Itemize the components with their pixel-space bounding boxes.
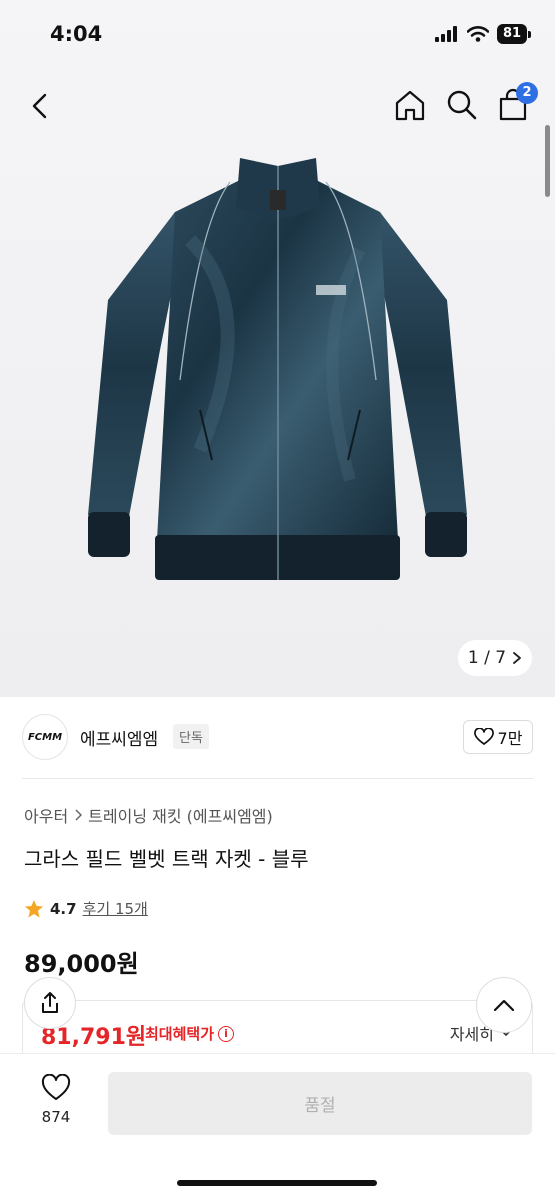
share-icon <box>42 992 58 1013</box>
home-icon <box>395 90 425 121</box>
search-button[interactable] <box>445 88 479 122</box>
heart-icon <box>473 728 494 745</box>
info-icon[interactable]: i <box>218 1025 235 1042</box>
battery-level: 81 <box>497 24 527 44</box>
review-link[interactable]: 후기 15개 <box>83 898 148 919</box>
exclusive-badge: 단독 <box>173 724 209 749</box>
status-time: 4:04 <box>50 22 103 46</box>
search-icon <box>447 90 477 120</box>
wishlist-count: 874 <box>41 1108 71 1126</box>
breadcrumb: 아우터 트레이닝 재킷 (에프씨엠엠) <box>24 803 273 827</box>
battery-tip <box>528 30 531 38</box>
back-button[interactable] <box>24 90 56 122</box>
breadcrumb-subcategory[interactable]: 트레이닝 재킷 (에프씨엠엠) <box>88 803 273 827</box>
max-benefit-label: 최대혜택가 i <box>145 1023 235 1044</box>
brand-logo[interactable]: FCMM <box>22 714 68 760</box>
max-benefit-box[interactable]: 81,791원 최대혜택가 i 자세히 <box>22 1000 533 1060</box>
status-icons: 81 <box>435 24 531 44</box>
star-icon <box>25 899 43 917</box>
home-indicator <box>177 1180 377 1186</box>
wishlist-button[interactable]: 874 <box>24 1074 88 1144</box>
cart-button[interactable]: 2 <box>496 82 538 122</box>
scroll-indicator[interactable] <box>545 125 550 197</box>
max-benefit-text: 최대혜택가 <box>145 1025 215 1043</box>
chevron-right-icon <box>513 652 521 664</box>
original-price: 89,000원 <box>24 950 139 978</box>
brand-like-button[interactable]: 7만 <box>463 720 533 754</box>
heart-icon <box>41 1074 71 1100</box>
rating-row: 4.7 후기 15개 <box>24 898 148 919</box>
bottom-action-bar: 874 품절 <box>0 1053 555 1200</box>
divider <box>22 778 533 779</box>
image-counter[interactable]: 1 / 7 <box>458 640 532 676</box>
chevron-left-icon <box>32 93 47 119</box>
top-nav: 2 <box>0 80 555 130</box>
image-counter-text: 1 / 7 <box>467 648 507 668</box>
battery-indicator: 81 <box>497 24 531 44</box>
home-button[interactable] <box>393 88 427 122</box>
product-image[interactable] <box>80 150 475 590</box>
scroll-to-top-button[interactable] <box>476 977 532 1033</box>
brand-like-count: 7만 <box>497 729 523 748</box>
brand-name[interactable]: 에프씨엠엠 <box>80 725 158 750</box>
share-button[interactable] <box>24 977 76 1029</box>
product-title: 그라스 필드 벨벳 트랙 자켓 - 블루 <box>24 847 309 871</box>
cellular-signal-icon <box>435 26 457 42</box>
chevron-up-icon <box>493 999 515 1012</box>
wifi-icon <box>467 26 489 42</box>
sold-out-button[interactable]: 품절 <box>108 1072 532 1135</box>
chevron-right-icon <box>75 809 83 821</box>
rating-value: 4.7 <box>50 899 77 918</box>
breadcrumb-category[interactable]: 아우터 <box>24 803 68 827</box>
status-bar: 4:04 81 <box>0 0 555 70</box>
brand-row: FCMM 에프씨엠엠 단독 7만 <box>0 697 555 779</box>
brand-logo-text: FCMM <box>27 731 63 743</box>
cart-count-badge: 2 <box>516 82 538 104</box>
